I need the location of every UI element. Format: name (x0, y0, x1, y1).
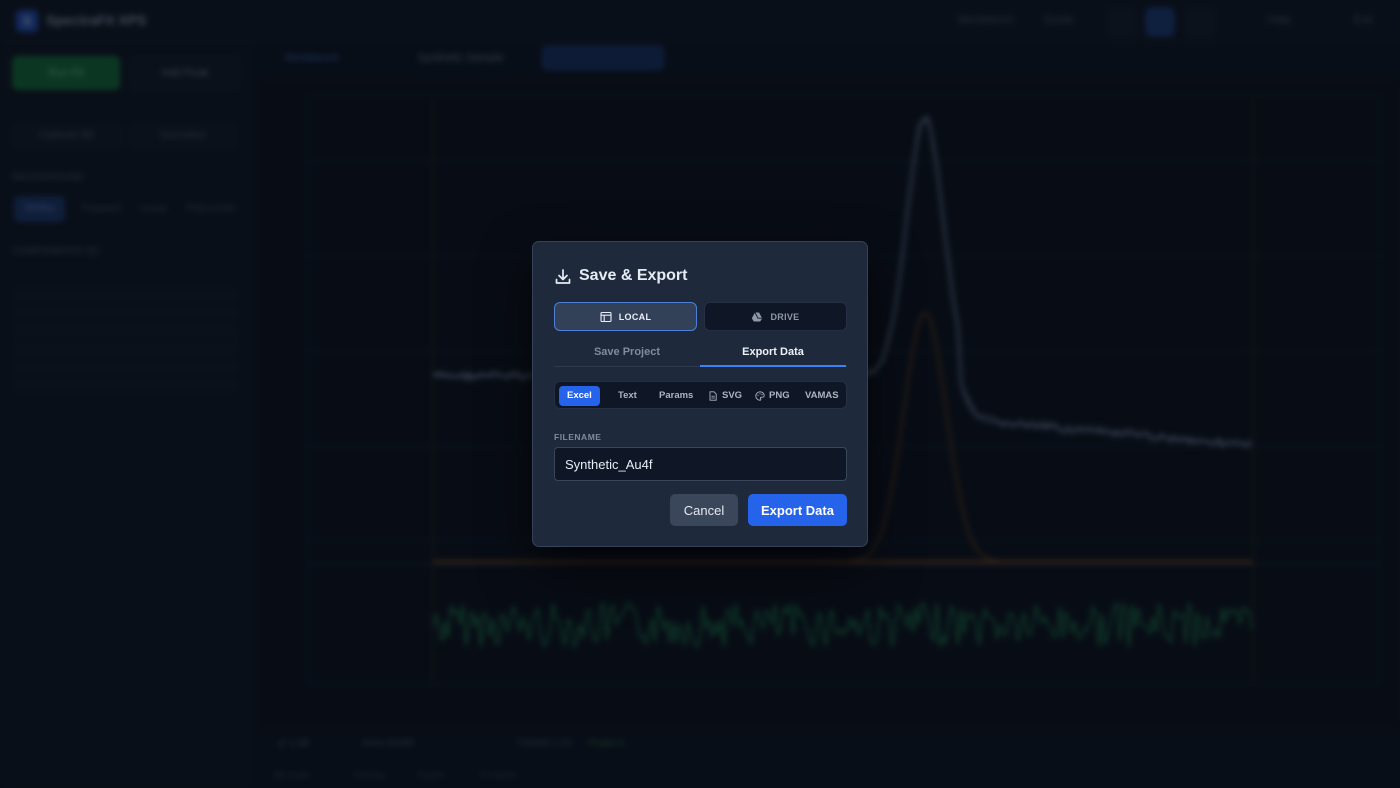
drive-destination-button[interactable]: DRIVE (704, 302, 847, 331)
filename-label: FILENAME (554, 432, 602, 442)
format-vamas-button[interactable]: VAMAS (805, 386, 839, 406)
cancel-button[interactable]: Cancel (670, 494, 738, 526)
tab-save-project[interactable]: Save Project (554, 340, 700, 367)
format-vamas-label: VAMAS (805, 390, 839, 401)
window-icon (600, 311, 612, 322)
format-params-button[interactable]: Params (659, 386, 693, 406)
drive-label: DRIVE (770, 311, 800, 322)
format-svg-label: SVG (722, 390, 743, 401)
format-png-label: PNG (769, 390, 790, 401)
local-label: LOCAL (618, 311, 652, 322)
download-icon (555, 269, 571, 284)
mode-tabs: Save Project Export Data (554, 340, 847, 367)
local-destination-button[interactable]: LOCAL (554, 302, 697, 331)
dialog-title: Save & Export (579, 267, 688, 284)
format-params-label: Params (659, 390, 694, 401)
format-text-button[interactable]: Text (618, 386, 637, 406)
file-icon (709, 391, 717, 401)
format-excel-label: Excel (567, 390, 592, 401)
format-png-button[interactable]: PNG (755, 386, 790, 406)
format-excel-button[interactable]: Excel (559, 386, 600, 406)
save-export-dialog: Save & Export LOCAL DRIVE Save Project E… (532, 241, 868, 547)
app-root: S SpectraFit XPS Workbench Guide Help Ex… (0, 0, 1400, 788)
format-text-label: Text (618, 390, 637, 401)
export-data-button[interactable]: Export Data (748, 494, 847, 526)
format-selector: Excel Text Params SVG PNG VAMAS (554, 381, 847, 409)
format-svg-button[interactable]: SVG (708, 386, 742, 406)
tab-export-data[interactable]: Export Data (700, 340, 846, 367)
filename-input[interactable] (554, 447, 847, 481)
drive-icon (752, 311, 763, 321)
palette-icon (755, 391, 765, 401)
